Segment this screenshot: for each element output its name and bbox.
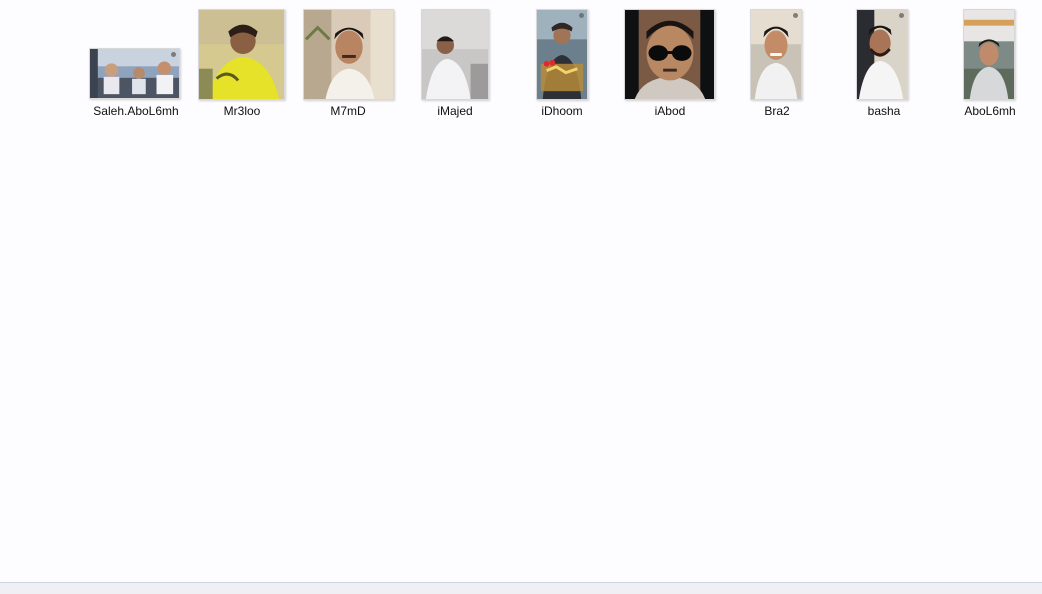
file-item[interactable]: Bra2: [727, 0, 827, 120]
file-name: Saleh.AboL6mh: [93, 104, 179, 118]
image-thumbnail: [536, 9, 588, 100]
file-item[interactable]: M7mD: [298, 0, 398, 120]
badge-icon: [171, 52, 176, 57]
image-thumbnail: [198, 9, 285, 100]
file-name: iDhoom: [541, 104, 583, 118]
image-thumbnail: [624, 9, 715, 100]
file-name: Mr3loo: [223, 104, 261, 118]
file-name: iAbod: [654, 104, 686, 118]
file-name: Bra2: [764, 104, 790, 118]
badge-icon: [899, 13, 904, 18]
image-thumbnail: [750, 9, 802, 100]
badge-icon: [793, 13, 798, 18]
file-name: M7mD: [330, 104, 366, 118]
file-item[interactable]: AboL6mh: [940, 0, 1040, 120]
file-list-view: Saleh.AboL6mh Mr3loo M7mD iMajed iDhoom …: [0, 0, 1042, 582]
file-item[interactable]: Saleh.AboL6mh: [86, 0, 186, 120]
image-thumbnail: [303, 9, 394, 100]
file-name: AboL6mh: [964, 104, 1016, 118]
image-thumbnail: [963, 9, 1015, 100]
image-thumbnail: [421, 9, 489, 100]
file-item[interactable]: basha: [834, 0, 934, 120]
file-item[interactable]: iMajed: [405, 0, 505, 120]
image-thumbnail: [89, 48, 180, 99]
file-item[interactable]: iDhoom: [512, 0, 612, 120]
badge-icon: [579, 13, 584, 18]
file-item[interactable]: Mr3loo: [192, 0, 292, 120]
image-thumbnail: [856, 9, 908, 100]
file-name: iMajed: [437, 104, 473, 118]
file-name: basha: [867, 104, 901, 118]
status-bar: [0, 582, 1042, 594]
file-item[interactable]: iAbod: [620, 0, 720, 120]
